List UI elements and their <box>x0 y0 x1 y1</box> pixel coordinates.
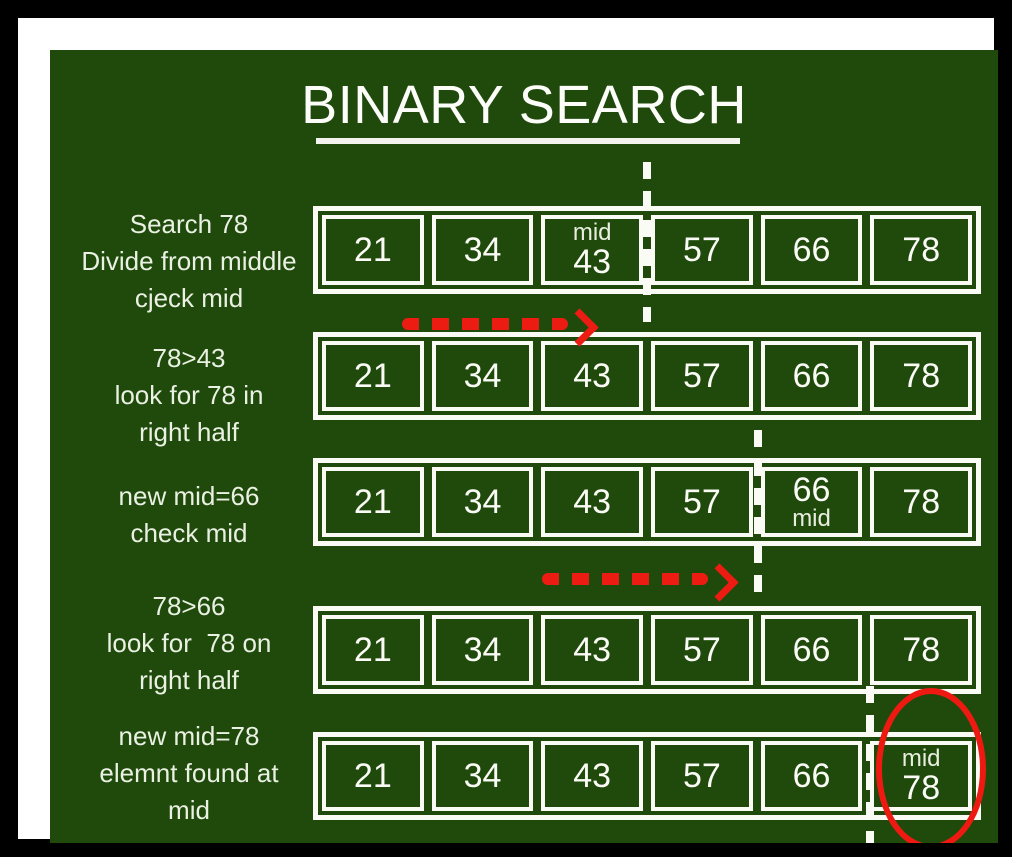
array-cell[interactable]: 78 <box>870 615 973 685</box>
split-line-divider-row-3 <box>754 430 763 598</box>
red-arrow-arrow-right-half-1 <box>402 308 599 347</box>
array-cell[interactable]: mid 43 <box>541 215 644 285</box>
array-cell[interactable]: 66 <box>760 741 863 811</box>
array-cell[interactable]: 78 <box>870 467 973 537</box>
chalkboard-canvas: BINARY SEARCH Search 78 Divide from midd… <box>50 50 998 843</box>
array-cell[interactable]: 21 <box>322 467 424 537</box>
array-cell[interactable]: 57 <box>651 615 753 685</box>
array-cell[interactable]: 66 <box>760 215 863 285</box>
cell-value: 21 <box>353 231 392 269</box>
cell-value: 78 <box>902 631 941 669</box>
poster-background: BINARY SEARCH Search 78 Divide from midd… <box>0 0 1012 857</box>
cell-value: 57 <box>682 231 721 269</box>
cell-value: 21 <box>353 357 392 395</box>
array-cell[interactable]: 57 <box>651 341 753 411</box>
cell-value: 57 <box>682 483 721 521</box>
arrow-head-icon <box>700 563 739 602</box>
arrow-dashes <box>402 318 568 330</box>
cell-value: 43 <box>573 757 612 795</box>
cell-value: 43 <box>573 357 612 395</box>
array-cell[interactable]: 34 <box>431 467 534 537</box>
array-cell[interactable]: 34 <box>431 215 534 285</box>
cell-value: 43 <box>573 631 612 669</box>
annotation-step-4: 78>66 look for 78 on right half <box>106 591 272 695</box>
array-cell[interactable]: 66 mid <box>760 467 863 537</box>
cell-value: 66 <box>792 231 831 269</box>
array-row-2: 21 34 43 57 66 78 <box>313 332 981 420</box>
array-cell[interactable]: 21 <box>322 215 424 285</box>
annotation-step-3: new mid=66 check mid <box>118 481 260 548</box>
array-cell[interactable]: 43 <box>541 615 644 685</box>
cell-value: 78 <box>902 231 941 269</box>
found-element-highlight-ellipse <box>875 688 986 843</box>
cell-value: 57 <box>682 631 721 669</box>
cell-value: 78 <box>902 357 941 395</box>
array-row-3: 21 34 43 57 66 mid 78 <box>313 458 981 546</box>
array-cell[interactable]: 21 <box>322 615 424 685</box>
red-arrow-arrow-right-half-2 <box>542 563 739 602</box>
cell-value: 57 <box>682 357 721 395</box>
array-cell[interactable]: 34 <box>431 615 534 685</box>
annotation-step-2: 78>43 look for 78 in right half <box>114 343 264 447</box>
array-cell[interactable]: 21 <box>322 341 424 411</box>
array-cell[interactable]: 66 <box>760 341 863 411</box>
poster-white-frame: BINARY SEARCH Search 78 Divide from midd… <box>18 18 998 843</box>
array-cell[interactable]: 43 <box>541 741 644 811</box>
array-row-4: 21 34 43 57 66 78 <box>313 606 981 694</box>
cell-value: 34 <box>463 231 502 269</box>
array-cell[interactable]: 78 <box>870 215 973 285</box>
cell-value: 21 <box>353 631 392 669</box>
array-cell[interactable]: 34 <box>431 741 534 811</box>
cell-value: 43 <box>573 483 612 521</box>
cell-value: 34 <box>463 483 502 521</box>
array-cell[interactable]: 66 <box>760 615 863 685</box>
cell-value: 21 <box>353 483 392 521</box>
cell-value: 34 <box>463 757 502 795</box>
array-cell[interactable]: 57 <box>651 215 753 285</box>
cell-value: 66 <box>792 471 831 509</box>
cell-value: 57 <box>682 757 721 795</box>
split-line-divider-row-1 <box>643 162 651 322</box>
array-cell[interactable]: 57 <box>651 467 753 537</box>
cell-value: 34 <box>463 357 502 395</box>
page-title: BINARY SEARCH <box>301 75 747 135</box>
cell-value: 21 <box>353 757 392 795</box>
cell-value: 66 <box>792 357 831 395</box>
mid-label: mid <box>792 505 831 532</box>
array-cell[interactable]: 21 <box>322 741 424 811</box>
title-underline <box>316 138 740 144</box>
annotation-step-1: Search 78 Divide from middle cjeck mid <box>81 209 297 313</box>
cell-value: 66 <box>792 631 831 669</box>
array-cell[interactable]: 43 <box>541 467 644 537</box>
cell-value: 43 <box>573 243 612 281</box>
array-cell[interactable]: 78 <box>870 341 973 411</box>
split-line-divider-row-5 <box>865 686 874 843</box>
array-cell[interactable]: 43 <box>541 341 644 411</box>
array-cell[interactable]: 57 <box>651 741 753 811</box>
cell-value: 78 <box>902 483 941 521</box>
array-cell[interactable]: 34 <box>431 341 534 411</box>
cell-value: 34 <box>463 631 502 669</box>
annotation-step-5: new mid=78 elemnt found at mid <box>99 721 279 825</box>
arrow-dashes <box>542 573 708 585</box>
cell-value: 66 <box>792 757 831 795</box>
